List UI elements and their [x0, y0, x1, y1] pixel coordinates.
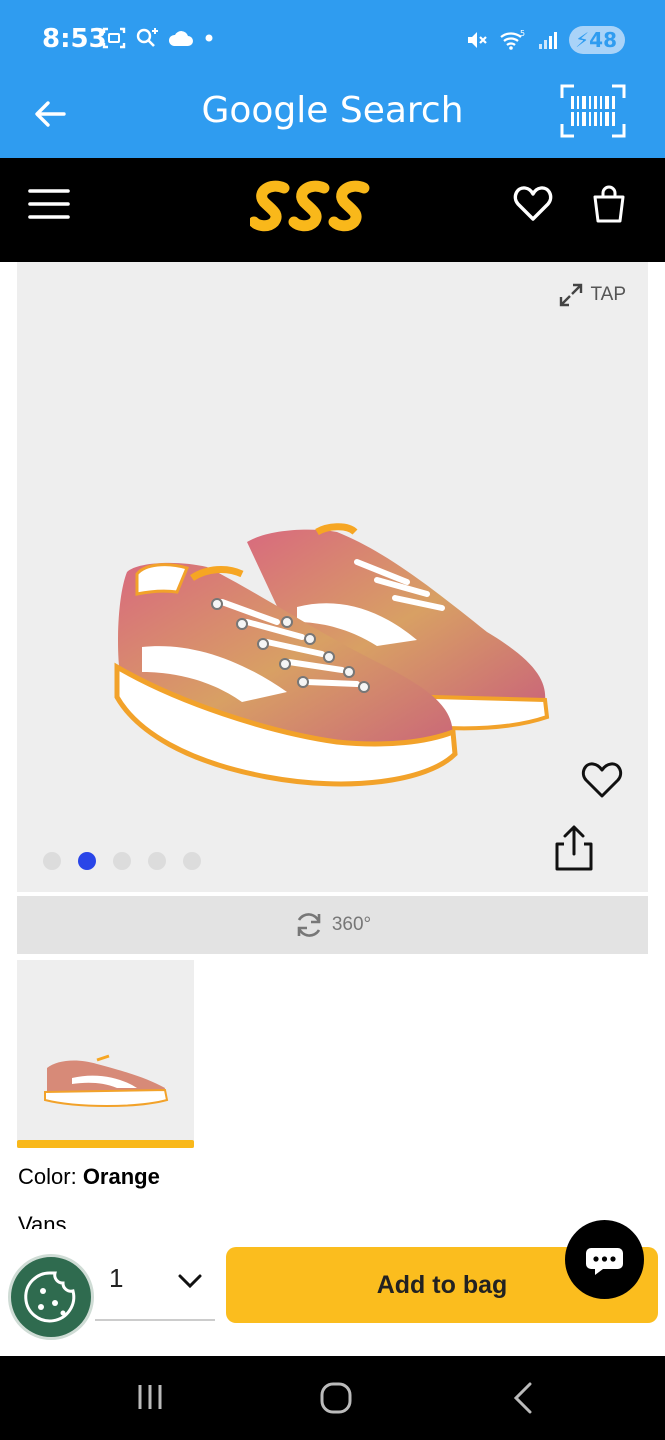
carousel-dot[interactable] — [43, 852, 61, 870]
notification-dot-icon — [205, 34, 213, 42]
rotate-icon — [297, 913, 321, 937]
add-to-bag-label: Add to bag — [376, 1270, 508, 1299]
color-value: Orange — [82, 1164, 160, 1189]
quantity-value: 1 — [109, 1263, 124, 1293]
favorite-heart-icon[interactable] — [580, 760, 624, 800]
status-time: 8:53 — [42, 24, 107, 54]
recent-apps-icon[interactable] — [134, 1382, 166, 1412]
screenshot-icon — [102, 27, 126, 49]
status-icons-left — [102, 26, 216, 50]
image-carousel-dots — [43, 852, 201, 870]
battery-level: 48 — [589, 28, 617, 52]
sneaker-thumbnail-image — [44, 1054, 169, 1107]
view-360-button[interactable]: 360° — [17, 896, 648, 954]
status-icons-right: 5 ⚡48 — [465, 26, 625, 54]
cloud-icon — [168, 31, 193, 46]
carousel-dot-active[interactable] — [78, 852, 96, 870]
cookie-settings-button[interactable] — [8, 1254, 94, 1340]
chat-button[interactable] — [565, 1220, 644, 1299]
carousel-dot[interactable] — [183, 852, 201, 870]
store-header — [0, 158, 665, 262]
wishlist-heart-icon[interactable] — [513, 184, 553, 224]
share-icon[interactable] — [552, 824, 596, 872]
battery-indicator: ⚡48 — [569, 26, 625, 54]
mute-icon — [468, 32, 487, 48]
status-bar: 8:53 5 ⚡48 — [0, 0, 665, 80]
selected-indicator — [17, 1140, 194, 1148]
chat-bubble-icon — [586, 1248, 623, 1275]
chevron-down-icon — [178, 1274, 202, 1289]
carousel-dot[interactable] — [113, 852, 131, 870]
sneaker-illustration — [114, 523, 550, 787]
battery-charging-icon: ⚡ — [575, 28, 590, 52]
brand-name: Vans — [18, 1212, 67, 1229]
color-info: Color: Orange — [18, 1164, 160, 1190]
quantity-select[interactable]: 1 — [95, 1249, 215, 1321]
view-360-label: 360° — [331, 914, 372, 935]
barcode-scanner-icon[interactable] — [559, 82, 627, 140]
store-logo[interactable] — [250, 176, 380, 234]
nav-back-icon[interactable] — [510, 1380, 536, 1416]
product-image[interactable]: TAP — [17, 262, 648, 892]
menu-icon[interactable] — [28, 186, 70, 222]
color-label: Color: — [18, 1164, 77, 1189]
signal-icon — [539, 32, 558, 49]
svg-text:5: 5 — [520, 29, 525, 38]
carousel-dot[interactable] — [148, 852, 166, 870]
shopping-bag-icon[interactable] — [591, 184, 627, 224]
wifi-icon: 5 — [500, 29, 525, 50]
app-header: Google Search — [0, 80, 665, 158]
home-icon[interactable] — [318, 1380, 354, 1416]
color-thumbnail[interactable] — [17, 960, 194, 1148]
system-nav-bar — [0, 1356, 665, 1440]
search-sparkle-icon — [136, 28, 158, 47]
cookie-icon — [24, 1271, 76, 1323]
